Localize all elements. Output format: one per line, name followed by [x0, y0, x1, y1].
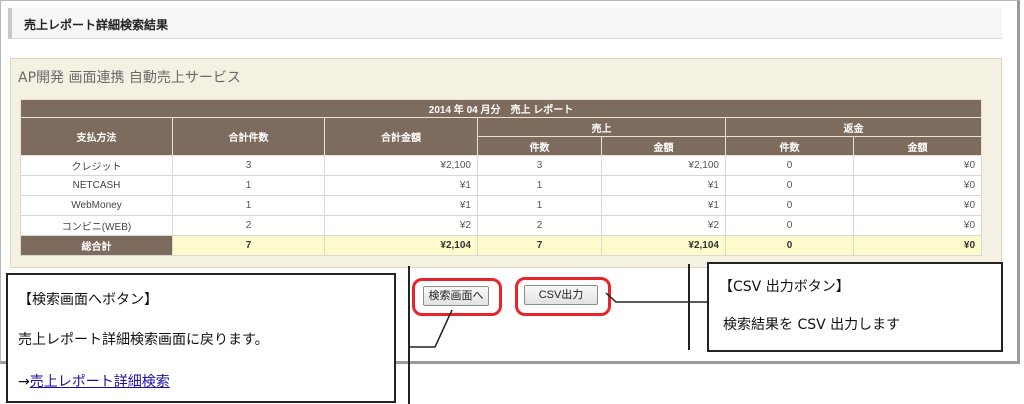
total-sales-amount: ¥2,104 — [601, 235, 726, 256]
total-amount: ¥2,104 — [324, 235, 478, 256]
col-total-count: 合計件数 — [172, 117, 325, 156]
table-row: NETCASH 1 ¥1 1 ¥1 0 ¥0 — [20, 175, 983, 196]
table-row: WebMoney 1 ¥1 1 ¥1 0 ¥0 — [20, 195, 983, 216]
callout-search-desc: 売上レポート詳細検索画面に戻ります。 — [18, 332, 269, 348]
arrow-glyph: → — [18, 374, 30, 390]
table-row: コンビニ(WEB) 2 ¥2 2 ¥2 0 ¥0 — [20, 215, 983, 236]
cell-total-count: 3 — [172, 155, 325, 176]
cell-method: WebMoney — [20, 195, 173, 216]
cell-refund-count: 0 — [725, 195, 854, 216]
table-row: クレジット 3 ¥2,100 3 ¥2,100 0 ¥0 — [20, 155, 983, 176]
cell-sales-amount: ¥1 — [601, 195, 726, 216]
cell-total-count: 2 — [172, 215, 325, 236]
cell-total-amount: ¥2,100 — [324, 155, 478, 176]
table-header-row: 支払方法 合計件数 合計金額 売上 返金 — [20, 117, 983, 156]
cell-sales-amount: ¥2,100 — [601, 155, 726, 176]
cell-refund-count: 0 — [725, 155, 854, 176]
cell-refund-amount: ¥0 — [852, 215, 983, 236]
col-method: 支払方法 — [20, 117, 173, 156]
total-row: 総合計 7 ¥2,104 7 ¥2,104 0 ¥0 — [20, 235, 983, 256]
col-sales-amount: 金額 — [601, 136, 726, 156]
cell-refund-count: 0 — [725, 175, 854, 196]
callout-csv-desc: 検索結果を CSV 出力します — [723, 317, 901, 333]
callout-search-title: 【検索画面へボタン】 — [18, 292, 158, 308]
cell-method: コンビニ(WEB) — [20, 215, 173, 236]
total-refund-amount: ¥0 — [852, 235, 983, 256]
table-caption: 2014 年 04 月分 売上 レポート — [19, 99, 983, 118]
callout-search-link-line: →売上レポート詳細検索 — [18, 371, 170, 391]
search-detail-link[interactable]: 売上レポート詳細検索 — [30, 374, 170, 390]
col-sales-count: 件数 — [477, 136, 602, 156]
cell-method: NETCASH — [20, 175, 173, 196]
panel-title: AP開発 画面連携 自動売上サービス — [18, 70, 241, 86]
col-refund-count: 件数 — [725, 136, 854, 156]
cell-total-count: 1 — [172, 195, 325, 216]
col-refund: 返金 — [724, 117, 983, 137]
cell-sales-amount: ¥2 — [601, 215, 726, 236]
report-panel: AP開発 画面連携 自動売上サービス 2014 年 04 月分 売上 レポート … — [10, 58, 1002, 268]
callout-csv-title: 【CSV 出力ボタン】 — [719, 279, 850, 295]
cell-sales-count: 1 — [477, 175, 602, 196]
cell-sales-count: 2 — [477, 215, 602, 236]
cell-sales-count: 3 — [477, 155, 602, 176]
cell-refund-amount: ¥0 — [852, 155, 983, 176]
sales-report-table: 2014 年 04 月分 売上 レポート 支払方法 合計件数 合計金額 売上 返… — [19, 99, 983, 256]
cell-total-amount: ¥2 — [324, 215, 478, 236]
cell-sales-count: 1 — [477, 195, 602, 216]
col-sales: 売上 — [477, 117, 726, 137]
cell-total-amount: ¥1 — [324, 175, 478, 196]
connector-csv — [605, 292, 708, 303]
total-sales-count: 7 — [477, 235, 602, 256]
csv-button-callout: 【CSV 出力ボタン】 検索結果を CSV 出力します — [707, 262, 1003, 352]
table-caption-row: 2014 年 04 月分 売上 レポート — [19, 99, 983, 118]
cell-sales-amount: ¥1 — [601, 175, 726, 196]
csv-export-button[interactable]: CSV出力 — [524, 285, 598, 305]
connector-search — [409, 309, 453, 348]
total-count: 7 — [172, 235, 325, 256]
search-screen-button[interactable]: 検索画面へ — [423, 286, 489, 306]
cell-total-count: 1 — [172, 175, 325, 196]
cell-total-amount: ¥1 — [324, 195, 478, 216]
cell-refund-amount: ¥0 — [852, 175, 983, 196]
page-header: 売上レポート詳細検索結果 — [8, 8, 1002, 39]
cell-refund-amount: ¥0 — [852, 195, 983, 216]
search-button-callout: 【検索画面へボタン】 売上レポート詳細検索画面に戻ります。 →売上レポート詳細検… — [6, 273, 396, 403]
col-total-amount: 合計金額 — [324, 117, 478, 156]
total-refund-count: 0 — [725, 235, 854, 256]
cell-refund-count: 0 — [725, 215, 854, 236]
col-refund-amount: 金額 — [852, 136, 983, 156]
cell-method: クレジット — [20, 155, 173, 176]
total-label: 総合計 — [20, 235, 173, 256]
page-title: 売上レポート詳細検索結果 — [24, 18, 169, 32]
